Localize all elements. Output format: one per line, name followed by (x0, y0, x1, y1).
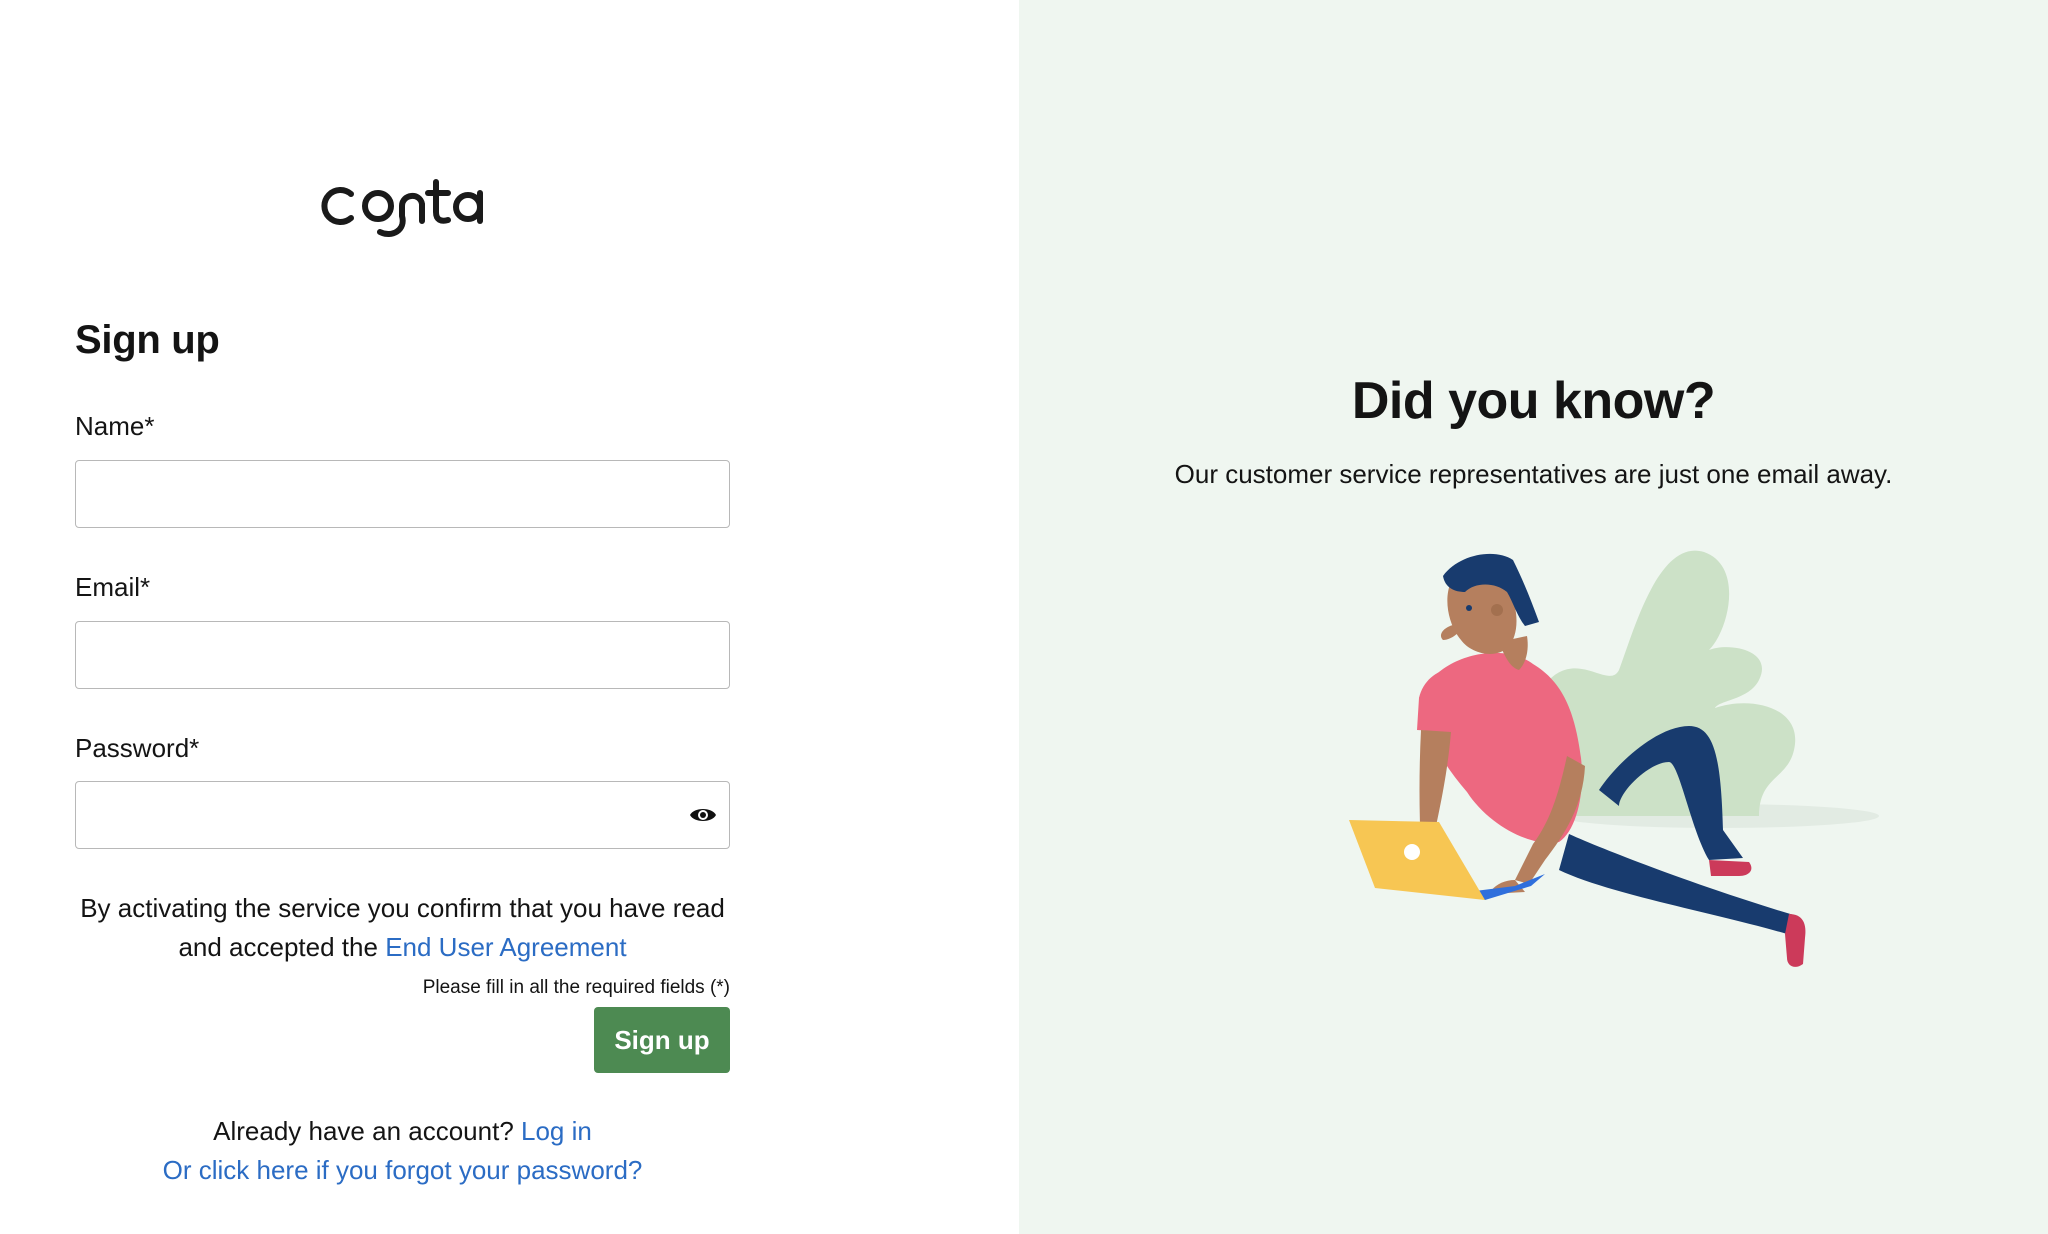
conta-logo (320, 176, 490, 242)
password-input[interactable] (75, 781, 730, 849)
page-title: Sign up (75, 318, 220, 362)
forgot-password-link[interactable]: Or click here if you forgot your passwor… (163, 1155, 643, 1185)
signup-page: Sign up Name* Email* Password* By activa… (0, 0, 2048, 1234)
account-prompt-text: Already have an account? (213, 1116, 514, 1146)
login-prompt: Already have an account? Log in (75, 1113, 730, 1149)
name-input[interactable] (75, 460, 730, 528)
signup-panel: Sign up Name* Email* Password* By activa… (0, 0, 1019, 1234)
email-label: Email* (75, 572, 151, 602)
password-label: Password* (75, 733, 200, 763)
illustration-graphic (1349, 550, 1879, 967)
email-input[interactable] (75, 621, 730, 689)
promo-panel: Did you know? Our customer service repre… (1019, 0, 2048, 1234)
conta-logo-mark (321, 179, 483, 237)
signup-button[interactable]: Sign up (594, 1007, 730, 1073)
promo-title: Did you know? (1351, 372, 1716, 430)
end-user-agreement-link[interactable]: End User Agreement (385, 932, 626, 962)
promo-body: Our customer service representatives are… (1174, 459, 1893, 489)
terms-notice: By activating the service you confirm th… (75, 889, 730, 967)
required-fields-note: Please fill in all the required fields (… (422, 977, 730, 998)
show-password-toggle[interactable] (685, 797, 721, 833)
forgot-password-row: Or click here if you forgot your passwor… (75, 1152, 730, 1188)
person-with-laptop-illustration (1319, 530, 1919, 1000)
eye-icon (690, 809, 716, 821)
login-link[interactable]: Log in (521, 1116, 592, 1146)
name-label: Name* (75, 411, 155, 441)
